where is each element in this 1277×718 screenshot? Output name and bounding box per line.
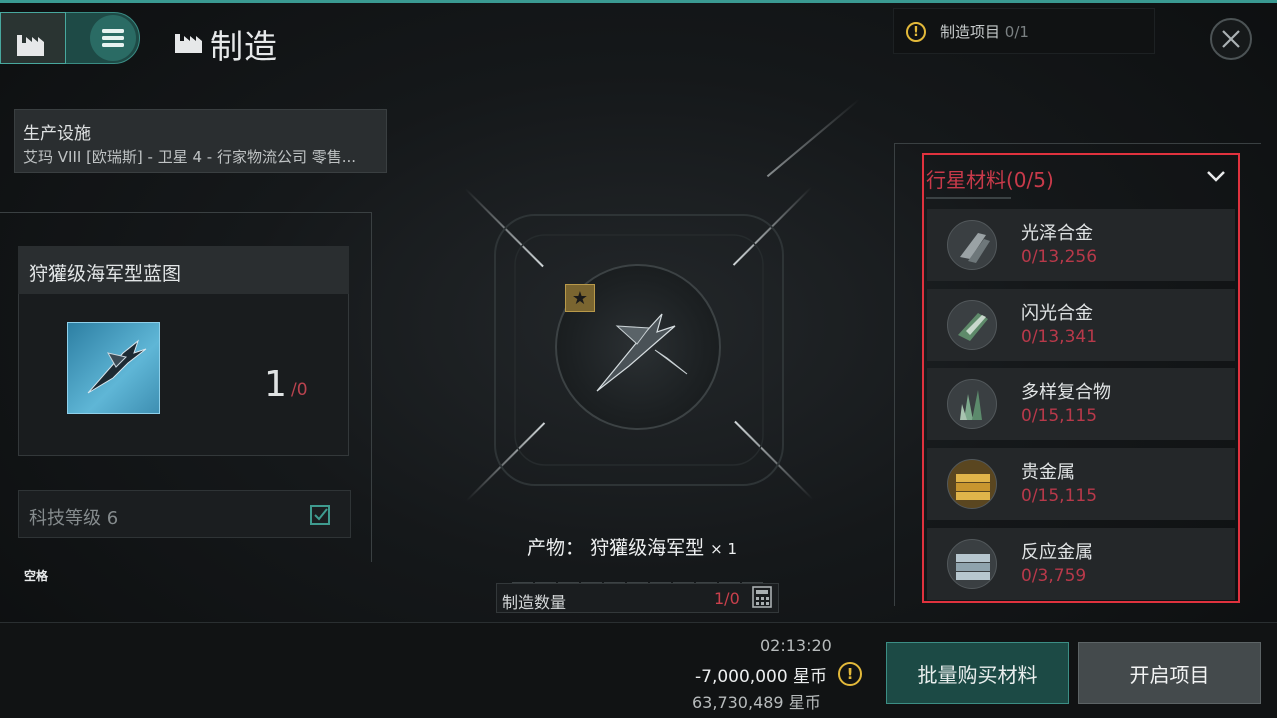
- blueprint-image[interactable]: [67, 322, 160, 414]
- decor-line: [766, 98, 860, 178]
- wallet-balance: 63,730,489 星币: [692, 693, 821, 712]
- hotkey-hint: 空格: [24, 569, 49, 583]
- product-name: 狩獾级海军型: [590, 537, 705, 559]
- bulk-buy-button[interactable]: 批量购买材料: [886, 642, 1069, 704]
- page-title: 制造: [210, 27, 278, 66]
- warning-icon: !: [906, 22, 926, 42]
- calculator-icon[interactable]: [752, 586, 772, 608]
- quantity-value: 1/0: [714, 589, 740, 608]
- blueprint-name: 狩獾级海军型蓝图: [29, 263, 182, 285]
- list-icon: [102, 29, 124, 47]
- product-label: 产物：: [527, 537, 585, 559]
- ship-icon: [87, 339, 147, 394]
- build-time: 02:13:20: [760, 636, 832, 655]
- factory-view-button[interactable]: [0, 12, 66, 64]
- materials-highlight-box: [922, 153, 1240, 603]
- project-count: 0/1: [1004, 23, 1029, 41]
- facility-title: 生产设施: [23, 124, 91, 144]
- close-icon: [1222, 30, 1240, 48]
- factory-icon: [175, 34, 202, 53]
- blueprint-runs: /0: [291, 380, 308, 400]
- skill-check-icon[interactable]: [308, 503, 332, 527]
- quantity-label: 制造数量: [502, 593, 567, 612]
- blueprint-count: 1: [264, 364, 287, 405]
- tech-level-label: 科技等级 6: [29, 508, 119, 529]
- product-line: 产物： 狩獾级海军型 × 1: [527, 533, 737, 560]
- list-view-button[interactable]: [90, 15, 136, 61]
- project-label: 制造项目: [940, 23, 1001, 41]
- job-cost: -7,000,000 星币: [695, 667, 828, 687]
- top-accent-line: [0, 0, 1277, 3]
- close-button[interactable]: [1210, 18, 1252, 60]
- factory-icon: [17, 35, 44, 56]
- project-counter: 制造项目 0/1: [940, 21, 1029, 42]
- facility-location: 艾玛 VIII [欧瑞斯] - 卫星 4 - 行家物流公司 零售...: [23, 148, 357, 166]
- warning-icon[interactable]: !: [838, 662, 862, 686]
- product-multiplier: × 1: [710, 540, 738, 558]
- start-project-button[interactable]: 开启项目: [1078, 642, 1261, 704]
- favorite-star-icon[interactable]: ★: [565, 284, 595, 312]
